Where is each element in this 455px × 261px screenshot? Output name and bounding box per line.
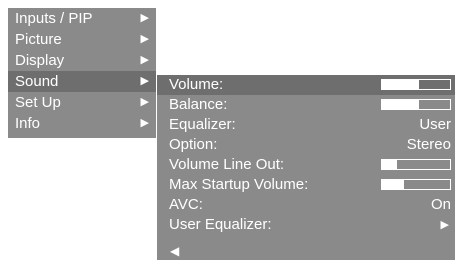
menu-item-sound[interactable]: Sound ▶ xyxy=(8,71,156,92)
sound-submenu: Volume: Balance: Equalizer: User Option:… xyxy=(157,75,455,260)
volume-label: Volume: xyxy=(169,76,224,93)
menu-item-set-up[interactable]: Set Up ▶ xyxy=(8,92,156,113)
back-arrow-icon[interactable]: ◀ xyxy=(170,241,179,261)
chevron-right-icon: ▶ xyxy=(140,54,149,66)
equalizer-row[interactable]: Equalizer: User xyxy=(157,115,455,135)
menu-item-inputs-pip[interactable]: Inputs / PIP ▶ xyxy=(8,8,156,29)
option-row[interactable]: Option: Stereo xyxy=(157,135,455,155)
chevron-right-icon: ▶ xyxy=(140,12,149,24)
menu-item-label: Set Up xyxy=(15,94,61,111)
user-equalizer-row[interactable]: User Equalizer: ▶ xyxy=(157,215,455,235)
max-startup-volume-label: Max Startup Volume: xyxy=(169,176,309,193)
balance-label: Balance: xyxy=(169,96,228,113)
balance-row[interactable]: Balance: xyxy=(157,95,455,115)
equalizer-label: Equalizer: xyxy=(169,116,236,133)
chevron-right-icon: ▶ xyxy=(140,75,149,87)
balance-slider[interactable] xyxy=(381,99,451,110)
main-menu: Inputs / PIP ▶ Picture ▶ Display ▶ Sound… xyxy=(8,8,156,138)
max-startup-volume-slider[interactable] xyxy=(381,179,451,190)
max-startup-volume-slider-fill xyxy=(382,180,405,189)
menu-item-picture[interactable]: Picture ▶ xyxy=(8,29,156,50)
menu-item-label: Inputs / PIP xyxy=(15,10,93,27)
option-label: Option: xyxy=(169,136,218,153)
avc-value: On xyxy=(430,196,451,213)
balance-slider-fill xyxy=(382,100,420,109)
menu-item-label: Sound xyxy=(15,73,59,90)
avc-row[interactable]: AVC: On xyxy=(157,195,455,215)
volume-slider-fill xyxy=(382,80,420,89)
volume-line-out-label: Volume Line Out: xyxy=(169,156,285,173)
menu-item-display[interactable]: Display ▶ xyxy=(8,50,156,71)
chevron-right-icon: ▶ xyxy=(140,117,149,129)
volume-line-out-slider[interactable] xyxy=(381,159,451,170)
menu-item-label: Info xyxy=(15,115,41,132)
volume-row[interactable]: Volume: xyxy=(157,75,455,95)
menu-item-label: Picture xyxy=(15,31,62,48)
volume-slider[interactable] xyxy=(381,79,451,90)
option-value: Stereo xyxy=(406,136,451,153)
chevron-right-icon: ▶ xyxy=(140,96,149,108)
menu-item-info[interactable]: Info ▶ xyxy=(8,113,156,134)
chevron-right-icon: ▶ xyxy=(140,33,149,45)
max-startup-volume-row[interactable]: Max Startup Volume: xyxy=(157,175,455,195)
avc-label: AVC: xyxy=(169,196,203,213)
volume-line-out-slider-fill xyxy=(382,160,397,169)
volume-line-out-row[interactable]: Volume Line Out: xyxy=(157,155,455,175)
user-equalizer-label: User Equalizer: xyxy=(169,216,272,233)
chevron-right-icon: ▶ xyxy=(440,219,449,231)
menu-item-label: Display xyxy=(15,52,65,69)
equalizer-value: User xyxy=(419,116,451,133)
